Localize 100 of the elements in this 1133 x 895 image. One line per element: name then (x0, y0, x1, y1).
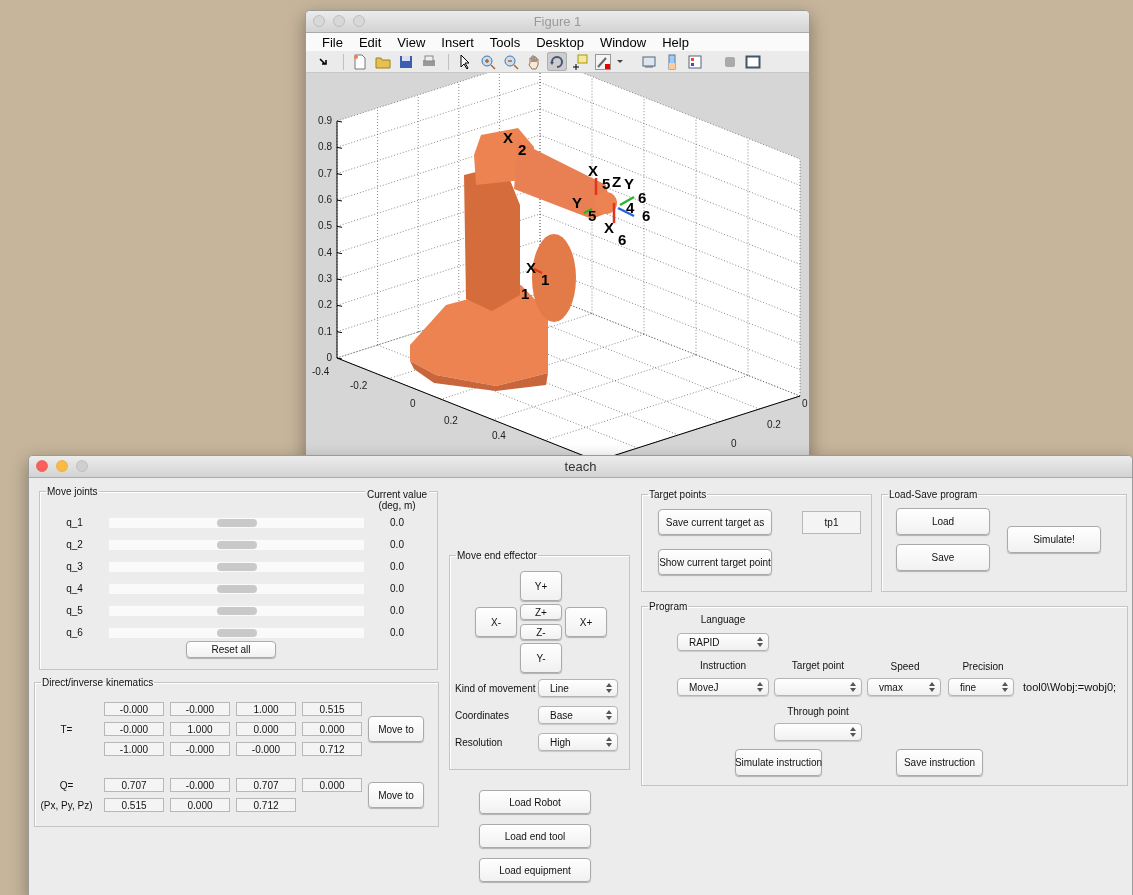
value-field[interactable]: 1.000 (236, 702, 296, 716)
frame-label: 5 (602, 175, 611, 192)
button[interactable]: Move to (368, 782, 424, 808)
label: Q= (58, 779, 75, 791)
label: Instruction (698, 660, 748, 671)
axis-tick-label: 0.3 (318, 273, 332, 284)
button[interactable]: Simulate instruction (735, 749, 822, 776)
axis-tick-label: 0.2 (318, 299, 332, 311)
value-field[interactable]: 0.707 (236, 778, 296, 792)
value-field[interactable]: -0.000 (104, 722, 164, 736)
button[interactable]: Z+ (520, 604, 562, 620)
button[interactable]: Z- (520, 624, 562, 640)
value-field[interactable]: 0.515 (104, 798, 164, 812)
menu-item[interactable]: View (389, 34, 434, 50)
zoom-out-tool[interactable] (501, 52, 521, 71)
button[interactable]: X+ (565, 607, 607, 637)
window-title: teach (563, 459, 598, 474)
menu-item[interactable]: Edit (350, 34, 390, 50)
button[interactable]: Simulate! (1007, 526, 1101, 553)
button[interactable]: Reset all (186, 641, 276, 658)
frame-label: 4 (626, 199, 635, 216)
brush-tool[interactable] (593, 52, 613, 71)
button[interactable]: Show current target point (658, 549, 772, 575)
button[interactable]: Save (896, 544, 990, 571)
frame-label: 1 (541, 271, 550, 288)
button[interactable]: Load (896, 508, 990, 535)
dropdown[interactable]: High (538, 733, 618, 751)
window-controls-icon[interactable] (313, 15, 365, 27)
dropdown[interactable]: Line (538, 679, 618, 697)
dropdown[interactable]: Base (538, 706, 618, 724)
menu-item[interactable]: Window (591, 34, 655, 50)
button[interactable]: Y- (520, 643, 562, 673)
menu-item[interactable]: Desktop (528, 34, 592, 50)
value-field[interactable]: 0.712 (236, 798, 296, 812)
save-icon (398, 53, 414, 70)
menu-item[interactable]: File (314, 34, 351, 50)
value-field[interactable]: 0.515 (302, 702, 362, 716)
value-field[interactable]: -0.000 (170, 778, 230, 792)
joint-slider[interactable] (109, 516, 364, 528)
frame-label: 6 (642, 207, 651, 224)
rotate-tool[interactable] (547, 52, 567, 71)
joint-value: 0.0 (389, 560, 405, 572)
up-down-arrows-icon (606, 737, 612, 747)
slider-thumb[interactable] (216, 584, 257, 593)
up-down-arrows-icon (606, 710, 612, 720)
menu-item[interactable]: Insert (433, 34, 482, 50)
button[interactable]: Save current target as (658, 509, 772, 535)
value-field[interactable]: 0.707 (104, 778, 164, 792)
linked-plot-icon (641, 53, 657, 70)
slider-thumb[interactable] (216, 518, 257, 527)
name-field[interactable]: tp1 (802, 510, 861, 534)
menu-item[interactable]: Tools (481, 34, 529, 50)
slider-thumb[interactable] (216, 628, 257, 637)
slider-thumb[interactable] (216, 606, 257, 615)
up-down-arrows-icon (606, 683, 612, 693)
joint-slider[interactable] (109, 626, 364, 638)
zoom-in-icon (480, 53, 496, 70)
menu-item[interactable]: Help (654, 34, 697, 50)
value-field[interactable]: -0.000 (104, 702, 164, 716)
legend-icon (687, 53, 703, 70)
slider-thumb[interactable] (216, 540, 257, 549)
window-controls-icon[interactable] (36, 460, 88, 472)
slider-thumb[interactable] (216, 562, 257, 571)
dropdown[interactable]: MoveJ (677, 678, 769, 696)
button[interactable]: Load equipment (479, 858, 591, 882)
button[interactable]: Move to (368, 716, 424, 742)
value-field[interactable]: -0.000 (170, 742, 230, 756)
button[interactable]: Load Robot (479, 790, 591, 814)
datacursor-tool[interactable] (570, 52, 590, 71)
joint-slider[interactable] (109, 560, 364, 572)
value-field[interactable]: -0.000 (170, 702, 230, 716)
joint-slider[interactable] (109, 538, 364, 550)
legend-tool[interactable] (685, 52, 705, 71)
value-field[interactable]: 0.000 (302, 722, 362, 736)
dropdown[interactable]: fine (948, 678, 1014, 696)
dropdown[interactable]: vmax (867, 678, 941, 696)
up-down-arrows-icon (850, 727, 856, 737)
button[interactable]: Load end tool (479, 824, 591, 848)
value-field[interactable]: 1.000 (170, 722, 230, 736)
value-field[interactable]: 0.000 (302, 778, 362, 792)
dropdown[interactable]: RAPID (677, 633, 769, 651)
value-field[interactable]: 0.000 (170, 798, 230, 812)
up-down-arrows-icon (757, 682, 763, 692)
rotate-3d-icon (549, 53, 565, 70)
button[interactable]: X- (475, 607, 517, 637)
value-field[interactable]: -0.000 (236, 742, 296, 756)
dropdown[interactable] (774, 678, 862, 696)
code-text: tool0\Wobj:=wobj0; (1023, 681, 1118, 693)
value-field[interactable]: 0.000 (236, 722, 296, 736)
value-field[interactable]: 0.712 (302, 742, 362, 756)
panel-title: Target points (648, 489, 708, 500)
joint-slider[interactable] (109, 604, 364, 616)
button[interactable]: Save instruction (896, 749, 983, 776)
button[interactable]: Y+ (520, 571, 562, 601)
data-cursor-icon (572, 53, 588, 70)
axis-tick-label: -0.4 (312, 366, 330, 377)
joint-slider[interactable] (109, 582, 364, 594)
dropdown[interactable] (774, 723, 862, 741)
joint-label: q_2 (65, 538, 84, 550)
value-field[interactable]: -1.000 (104, 742, 164, 756)
